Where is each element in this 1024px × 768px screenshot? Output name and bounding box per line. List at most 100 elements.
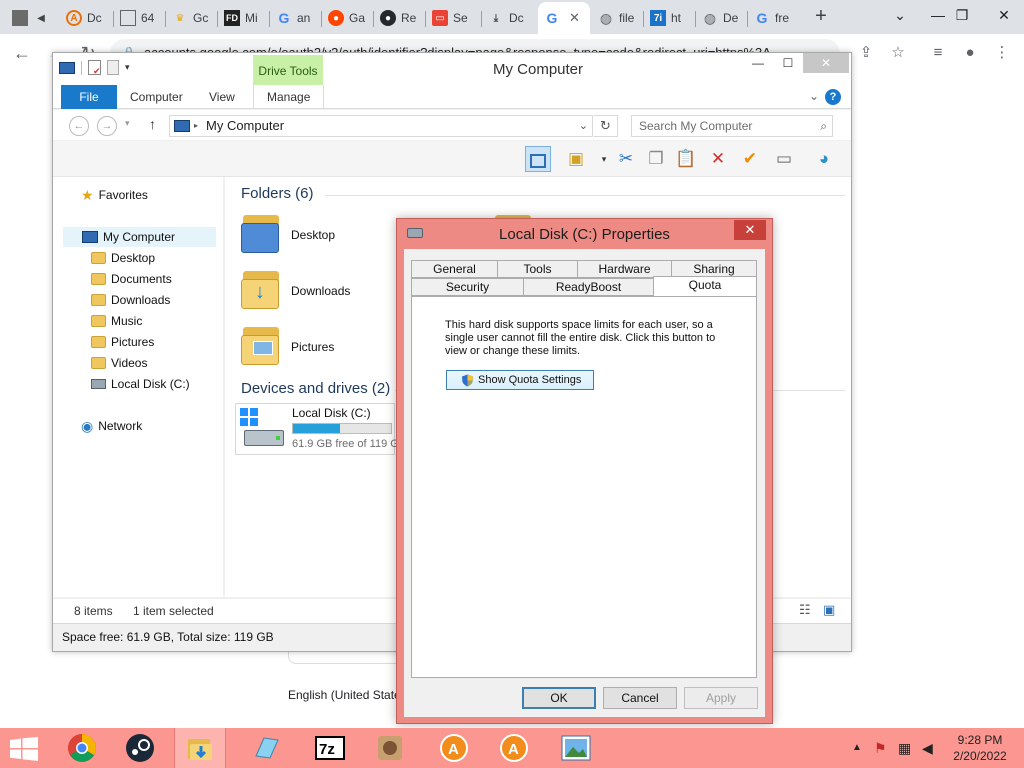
- tab-search-icon[interactable]: ⌄: [880, 0, 920, 30]
- browser-tab[interactable]: A Dc: [60, 4, 114, 32]
- menu-kebab-icon[interactable]: ⋮: [990, 42, 1014, 64]
- system-clock[interactable]: 9:28 PM 2/20/2022: [940, 732, 1020, 764]
- browser-tab[interactable]: ⤓ Dc: [482, 4, 538, 32]
- tab-manage[interactable]: Manage: [253, 85, 325, 109]
- local-disk-tile[interactable]: Local Disk (C:) 61.9 GB free of 119 GB: [235, 403, 406, 455]
- folder-options-icon[interactable]: ▣: [563, 146, 589, 172]
- close-window-button[interactable]: ✕: [984, 0, 1024, 30]
- close-tab-icon[interactable]: ✕: [569, 10, 580, 26]
- share-icon[interactable]: ⇪: [854, 42, 878, 64]
- chrome-taskbar-icon[interactable]: [56, 728, 108, 768]
- browser-tab[interactable]: FD Mi: [218, 4, 270, 32]
- browser-tab[interactable]: G an: [270, 4, 322, 32]
- action-center-icon[interactable]: ⚑: [874, 728, 887, 768]
- nav-videos[interactable]: Videos: [91, 353, 147, 373]
- back-icon[interactable]: ←: [69, 116, 89, 136]
- minimize-button[interactable]: —: [743, 53, 773, 73]
- browser-tab[interactable]: G fre: [748, 4, 800, 32]
- steam-taskbar-icon[interactable]: [114, 728, 166, 768]
- copy-icon[interactable]: ❐: [643, 146, 669, 172]
- browser-tab[interactable]: 64: [114, 4, 166, 32]
- notepad-taskbar-icon[interactable]: [240, 728, 292, 768]
- ribbon-expand-icon[interactable]: ⌄: [809, 89, 819, 103]
- show-quota-settings-button[interactable]: Show Quota Settings: [446, 370, 594, 390]
- delete-icon[interactable]: ✕: [705, 146, 731, 172]
- browser-tab[interactable]: ◀: [6, 4, 58, 32]
- tab-file[interactable]: File: [61, 85, 117, 109]
- browser-tab[interactable]: ◍ file: [592, 4, 644, 32]
- windows-start-icon[interactable]: [10, 737, 38, 761]
- nav-favorites[interactable]: ★ Favorites: [81, 185, 148, 205]
- breadcrumb-chevron-icon[interactable]: ▸: [194, 116, 198, 136]
- new-folder-icon[interactable]: [107, 60, 119, 75]
- folder-label[interactable]: Pictures: [291, 340, 334, 354]
- profile-avatar-icon[interactable]: ●: [958, 42, 982, 64]
- browser-tab[interactable]: ♛ Gc: [166, 4, 218, 32]
- explorer-search-input[interactable]: Search My Computer ⌕: [631, 115, 833, 137]
- folders-group-header[interactable]: Folders (6): [241, 185, 314, 202]
- volume-muted-icon[interactable]: ◀: [922, 728, 933, 768]
- devices-group-header[interactable]: Devices and drives (2): [241, 380, 390, 397]
- large-icons-view-icon[interactable]: ▣: [823, 602, 835, 618]
- reading-list-icon[interactable]: ≡: [926, 42, 950, 64]
- tab-computer[interactable]: Computer: [117, 85, 196, 109]
- tab-security[interactable]: Security: [411, 278, 524, 296]
- nav-local-disk[interactable]: Local Disk (C:): [91, 374, 190, 394]
- nav-desktop[interactable]: Desktop: [91, 248, 155, 268]
- restore-button[interactable]: ❐: [942, 0, 982, 30]
- dialog-close-button[interactable]: ✕: [734, 220, 766, 240]
- 7zip-taskbar-icon[interactable]: 7z: [304, 728, 356, 768]
- help-icon[interactable]: ?: [825, 89, 841, 105]
- file-explorer-taskbar-icon[interactable]: [174, 728, 226, 768]
- tab-tools[interactable]: Tools: [497, 260, 578, 278]
- preview-pane-icon[interactable]: [525, 146, 551, 172]
- show-hidden-icons[interactable]: ▲: [852, 728, 862, 768]
- address-dropdown-icon[interactable]: ⌄: [579, 116, 588, 136]
- nav-documents[interactable]: Documents: [91, 269, 172, 289]
- browser-tab[interactable]: ● Ga: [322, 4, 374, 32]
- tab-readyboost[interactable]: ReadyBoost: [523, 278, 654, 296]
- globe-icon[interactable]: ◕: [811, 146, 837, 172]
- details-view-icon[interactable]: ☷: [799, 602, 811, 618]
- language-selector[interactable]: English (United States): [288, 688, 411, 702]
- nav-downloads[interactable]: Downloads: [91, 290, 170, 310]
- ok-button[interactable]: OK: [522, 687, 596, 709]
- recent-locations-icon[interactable]: ▾: [125, 118, 130, 129]
- star-icon[interactable]: ☆: [886, 42, 910, 64]
- properties-icon[interactable]: ✔: [88, 60, 101, 76]
- nav-network[interactable]: ◉ Network: [81, 416, 142, 436]
- network-tray-icon[interactable]: ▦: [898, 728, 911, 768]
- desktop-folder-icon[interactable]: [241, 211, 281, 253]
- browser-tab[interactable]: 7i ht: [644, 4, 696, 32]
- forward-icon[interactable]: →: [97, 116, 117, 136]
- rename-icon[interactable]: ▭: [771, 146, 797, 172]
- close-button[interactable]: ✕: [803, 53, 849, 73]
- apply-button[interactable]: Apply: [684, 687, 758, 709]
- check-icon[interactable]: ✔: [737, 146, 763, 172]
- paste-icon[interactable]: 📋: [673, 146, 699, 172]
- folder-label[interactable]: Desktop: [291, 228, 335, 242]
- photos-taskbar-icon[interactable]: [550, 728, 602, 768]
- up-icon[interactable]: ↑: [149, 116, 156, 132]
- cut-icon[interactable]: ✂: [613, 146, 639, 172]
- browser-tab[interactable]: ● Re: [374, 4, 426, 32]
- new-tab-button[interactable]: +: [809, 5, 833, 29]
- nav-my-computer[interactable]: My Computer: [63, 227, 216, 247]
- nav-music[interactable]: Music: [91, 311, 142, 331]
- refresh-icon[interactable]: ↻: [594, 115, 618, 137]
- back-arrow-icon[interactable]: ←: [8, 40, 36, 66]
- browser-tab[interactable]: ◍ De: [696, 4, 748, 32]
- explorer-address-box[interactable]: ▸ My Computer ⌄: [169, 115, 593, 137]
- tab-quota[interactable]: Quota: [653, 276, 757, 296]
- app-taskbar-icon[interactable]: [364, 728, 416, 768]
- tab-view[interactable]: View: [196, 85, 248, 109]
- downloads-folder-icon[interactable]: ↓: [241, 267, 281, 309]
- avast-taskbar-icon[interactable]: A: [428, 728, 480, 768]
- browser-tab-active[interactable]: G ✕: [538, 2, 590, 34]
- pictures-folder-icon[interactable]: [241, 323, 281, 365]
- tab-general[interactable]: General: [411, 260, 498, 278]
- browser-tab[interactable]: ▭ Se: [426, 4, 482, 32]
- cancel-button[interactable]: Cancel: [603, 687, 677, 709]
- maximize-button[interactable]: ☐: [773, 53, 803, 73]
- folder-label[interactable]: Downloads: [291, 284, 350, 298]
